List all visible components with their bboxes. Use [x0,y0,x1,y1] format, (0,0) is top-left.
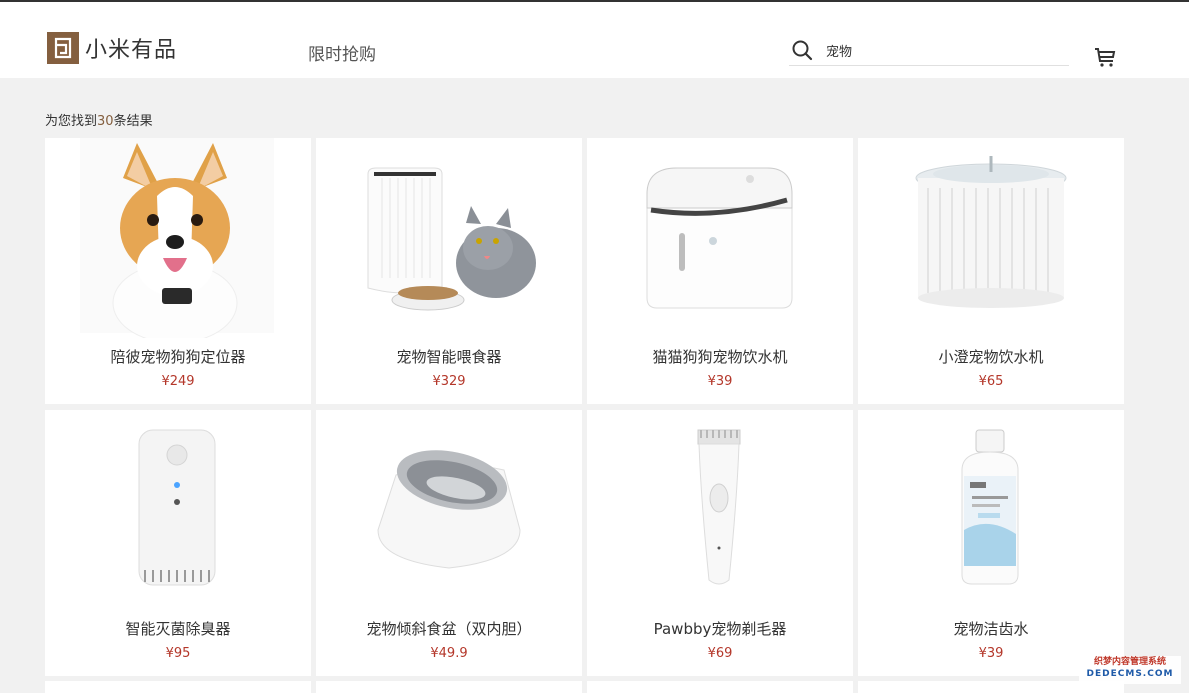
product-card[interactable]: 宠物智能喂食器 ¥329 [316,138,582,404]
tilted-bowl-image [316,410,582,610]
product-card[interactable]: 宠物倾斜食盆（双内胆） ¥49.9 [316,410,582,676]
product-price: ¥95 [165,646,191,661]
product-title[interactable]: Pawbby宠物剃毛器 [587,618,853,639]
product-title[interactable]: 陪彼宠物狗狗定位器 [45,346,311,367]
product-price: ¥65 [978,374,1004,389]
dental-water-image [858,410,1124,610]
results-prefix: 为您找到 [45,114,98,129]
deodorizer-image [45,410,311,610]
watermark-line2: DEDECMS.COM [1086,669,1174,679]
results-suffix: 条结果 [113,114,153,129]
product-title[interactable]: 智能灭菌除臭器 [45,618,311,639]
search-bar [789,35,1069,66]
product-card[interactable]: 猫猫狗狗宠物饮水机 ¥39 [587,138,853,404]
product-card[interactable]: 小澄宠物饮水机 ¥65 [858,138,1124,404]
product-card[interactable]: 宠物洁齿水 ¥39 [858,410,1124,676]
hair-clipper-image [587,410,853,610]
nav-flash-sale[interactable]: 限时抢购 [308,40,376,65]
product-card-partial[interactable] [587,681,853,693]
watermark-line1: 织梦内容管理系统 [1093,657,1166,667]
search-input[interactable] [824,41,1058,59]
product-title[interactable]: 小澄宠物饮水机 [858,346,1124,367]
corgi-tracker-image [45,138,311,338]
cart-icon[interactable] [1094,46,1116,68]
results-number: 30 [97,114,114,129]
product-title[interactable]: 宠物智能喂食器 [316,346,582,367]
water-dispenser-image [587,138,853,338]
product-card[interactable]: Pawbby宠物剃毛器 ¥69 [587,410,853,676]
product-price: ¥39 [707,374,733,389]
watermark: 织梦内容管理系统 DEDECMS.COM [1079,656,1181,684]
product-price: ¥69 [707,646,733,661]
product-card[interactable]: 智能灭菌除臭器 ¥95 [45,410,311,676]
feeder-image [316,138,582,338]
logo-text: 小米有品 [85,38,178,63]
product-price: ¥329 [432,374,466,389]
logo[interactable]: 小米有品 [47,32,177,64]
product-title[interactable]: 宠物洁齿水 [858,618,1124,639]
water-fountain-image [858,138,1124,338]
product-title[interactable]: 猫猫狗狗宠物饮水机 [587,346,853,367]
product-price: ¥49.9 [430,646,468,661]
search-icon[interactable] [791,39,813,61]
results-count: 为您找到30条结果 [45,110,153,129]
product-card[interactable]: 陪彼宠物狗狗定位器 ¥249 [45,138,311,404]
product-title[interactable]: 宠物倾斜食盆（双内胆） [316,618,582,639]
product-card-partial[interactable] [45,681,311,693]
product-price: ¥249 [161,374,195,389]
header: 小米有品 限时抢购 [0,2,1189,78]
product-card-partial[interactable] [316,681,582,693]
youpin-logo-icon [47,32,79,64]
